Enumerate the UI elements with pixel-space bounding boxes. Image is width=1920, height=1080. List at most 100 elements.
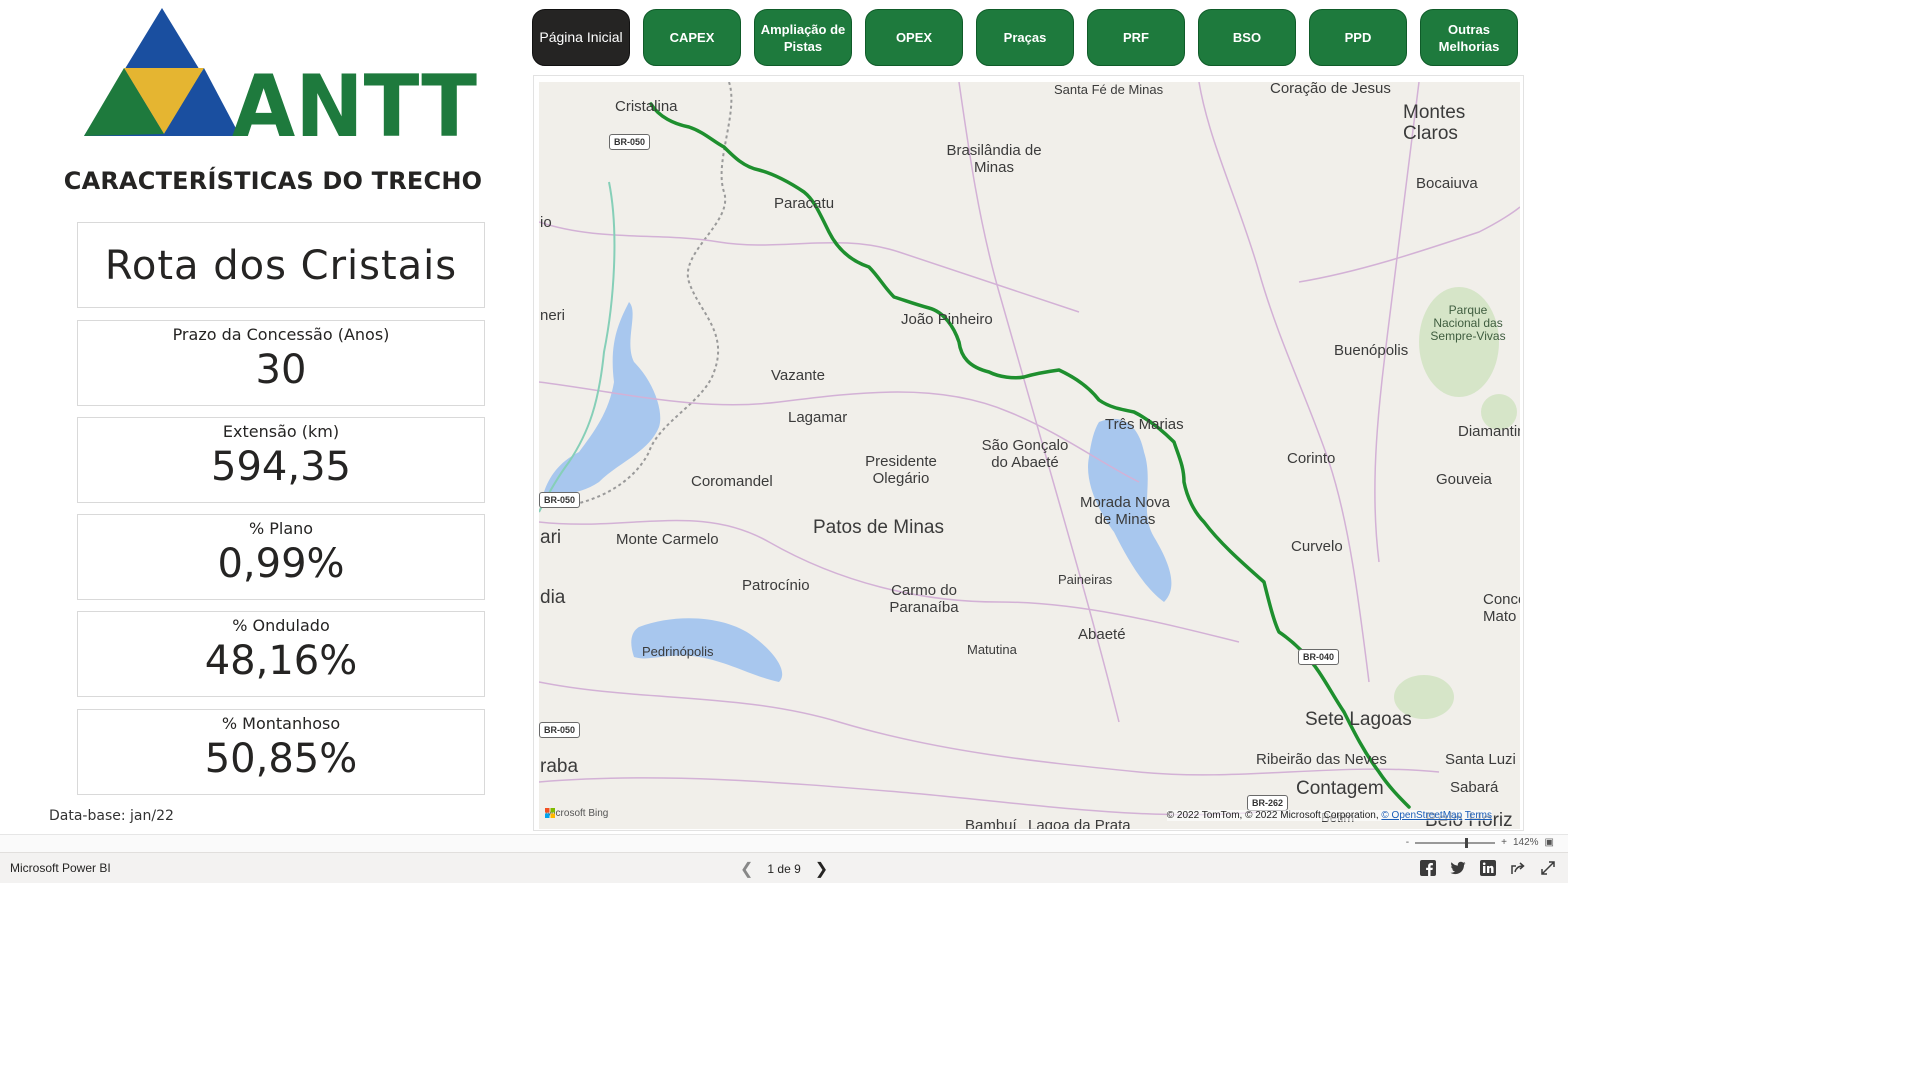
kpi-card-prazo: Prazo da Concessão (Anos) 30 [77,320,485,406]
map-label-coracao-de-jesus: Coração de Jesus [1270,82,1391,97]
twitter-icon[interactable] [1450,860,1466,876]
map-label-presidente-olegario: Presidente Olegário [865,453,937,487]
kpi-value: 0,99% [217,541,345,587]
microsoft-logo-icon [545,808,555,818]
section-title: CARACTERÍSTICAS DO TRECHO [63,167,483,195]
map-label-curvelo: Curvelo [1291,538,1343,555]
map-label-lagamar: Lagamar [788,409,848,426]
map-label-abaete: Abaeté [1078,626,1126,643]
kpi-card-ondulado: % Ondulado 48,16% [77,611,485,697]
highway-shield: BR-050 [539,492,581,508]
nav-button-opex[interactable]: OPEX [865,9,963,66]
map-label-joao-pinheiro: João Pinheiro [901,311,993,328]
map-label-sao-goncalo: São Gonçalo do Abaeté [981,437,1069,471]
kpi-value: 50,85% [204,736,358,782]
powerbi-footer: Microsoft Power BI ❮ 1 de 9 ❯ [0,852,1568,883]
page-navigator: ❮ 1 de 9 ❯ [740,859,828,879]
map-label-sete-lagoas: Sete Lagoas [1305,709,1412,730]
map-label-morada-nova: Morada Nova de Minas [1079,494,1171,528]
map-label-lagoa-da-prata: Lagoa da Prata [1028,817,1131,829]
map-label-carmo-do-paranaiba: Carmo do Paranaíba [889,582,959,616]
map-label-buenopolis: Buenópolis [1334,342,1409,359]
highway-shield: BR-040 [1298,649,1340,665]
openstreetmap-link[interactable]: © OpenStreetMap [1381,810,1462,821]
kpi-label: Prazo da Concessão (Anos) [172,325,390,344]
map-label-santa-luzia: Santa Luzi [1445,751,1516,768]
kpi-label: % Montanhoso [221,714,341,733]
fit-to-page-icon[interactable]: ▣ [1545,837,1554,848]
antt-logo: ANTT [82,6,482,157]
linkedin-icon[interactable] [1480,860,1496,876]
kpi-card-plano: % Plano 0,99% [77,514,485,600]
map-label-park: Parque Nacional das Sempre-Vivas [1430,303,1506,343]
nav-button-pracas[interactable]: Praças [976,9,1074,66]
map-label-patos-de-minas: Patos de Minas [813,517,944,538]
nav-button-pagina-inicial[interactable]: Página Inicial [532,9,630,66]
map-label-conc: Conce Mato [1483,591,1520,625]
map-label-brasilandia: Brasilândia de Minas [946,142,1042,176]
logo-wordmark: ANTT [232,57,477,141]
map-label-paracatu: Paracatu [774,195,835,212]
map-label-dia: dia [540,587,566,608]
map-attribution: © 2022 TomTom, © 2022 Microsoft Corporat… [1166,810,1492,821]
page-indicator: 1 de 9 [767,862,801,876]
map-label-corinto: Corinto [1287,450,1336,467]
nav-button-outras-melhorias[interactable]: Outras Melhorias [1420,9,1518,66]
map-label-diamantina: Diamantin [1458,423,1520,440]
map-label-santa-fe: Santa Fé de Minas [1054,82,1164,97]
share-icons [1420,860,1556,876]
zoom-slider-thumb[interactable] [1465,837,1469,848]
map-label-paineiras: Paineiras [1058,572,1113,587]
next-page-icon[interactable]: ❯ [815,859,828,879]
share-icon[interactable] [1510,860,1526,876]
attribution-text: © 2022 TomTom, © 2022 Microsoft Corporat… [1166,810,1379,821]
terms-link[interactable]: Terms [1465,810,1492,821]
map-label-tres-marias: Três Marias [1105,416,1184,433]
fullscreen-icon[interactable] [1540,860,1556,876]
kpi-label: % Ondulado [232,616,330,635]
zoom-out-button[interactable]: - [1406,837,1409,848]
kpi-value: 48,16% [204,638,358,684]
nav-button-bso[interactable]: BSO [1198,9,1296,66]
data-base-note: Data-base: jan/22 [49,808,174,824]
map-label-coromandel: Coromandel [691,473,773,490]
kpi-label: Extensão (km) [222,422,340,441]
concession-name: Rota dos Cristais [104,243,458,289]
map-provider-logo: Microsoft Bing [545,808,608,819]
kpi-value: 594,35 [211,444,351,490]
zoom-slider[interactable] [1415,837,1496,848]
map-label-ari: ari [540,527,562,548]
nav-button-capex[interactable]: CAPEX [643,9,741,66]
map-label-io: io [540,214,552,231]
kpi-value: 30 [255,347,307,393]
map-label-matutina: Matutina [967,642,1017,657]
map-label-ribeirao-das-neves: Ribeirão das Neves [1256,751,1387,768]
nav-button-ampliacao-pistas[interactable]: Ampliação de Pistas [754,9,852,66]
previous-page-icon[interactable]: ❮ [740,859,753,879]
zoom-strip: - + 142% ▣ [0,834,1568,853]
highway-shield: BR-050 [539,722,581,738]
kpi-card-extensao: Extensão (km) 594,35 [77,417,485,503]
map-label-bocaiuva: Bocaiuva [1416,175,1478,192]
map-label-raba: raba [540,756,579,777]
map-label-pedrinopolis: Pedrinópolis [642,644,714,659]
highway-shield: BR-050 [609,134,651,150]
map-label-neri: neri [540,307,566,324]
kpi-card-montanhoso: % Montanhoso 50,85% [77,709,485,795]
zoom-in-button[interactable]: + [1501,837,1507,848]
nav-button-prf[interactable]: PRF [1087,9,1185,66]
kpi-label: % Plano [248,519,314,538]
app-name: Microsoft Power BI [10,861,111,875]
route-map[interactable]: Cristalina Santa Fé de Minas Coração de … [539,82,1520,829]
map-label-sabara: Sabará [1450,779,1499,796]
zoom-level: 142% [1512,837,1539,848]
map-label-monte-carmelo: Monte Carmelo [616,531,719,548]
highway-shield: BR-262 [1247,795,1289,811]
map-label-cristalina: Cristalina [615,98,678,115]
nav-button-ppd[interactable]: PPD [1309,9,1407,66]
map-label-bambui: Bambuí [965,817,1017,829]
map-label-montes-claros: Montes Claros [1403,102,1466,144]
facebook-icon[interactable] [1420,860,1436,876]
concession-name-card: Rota dos Cristais [77,222,485,308]
zoom-control: - + 142% ▣ [1406,837,1554,848]
